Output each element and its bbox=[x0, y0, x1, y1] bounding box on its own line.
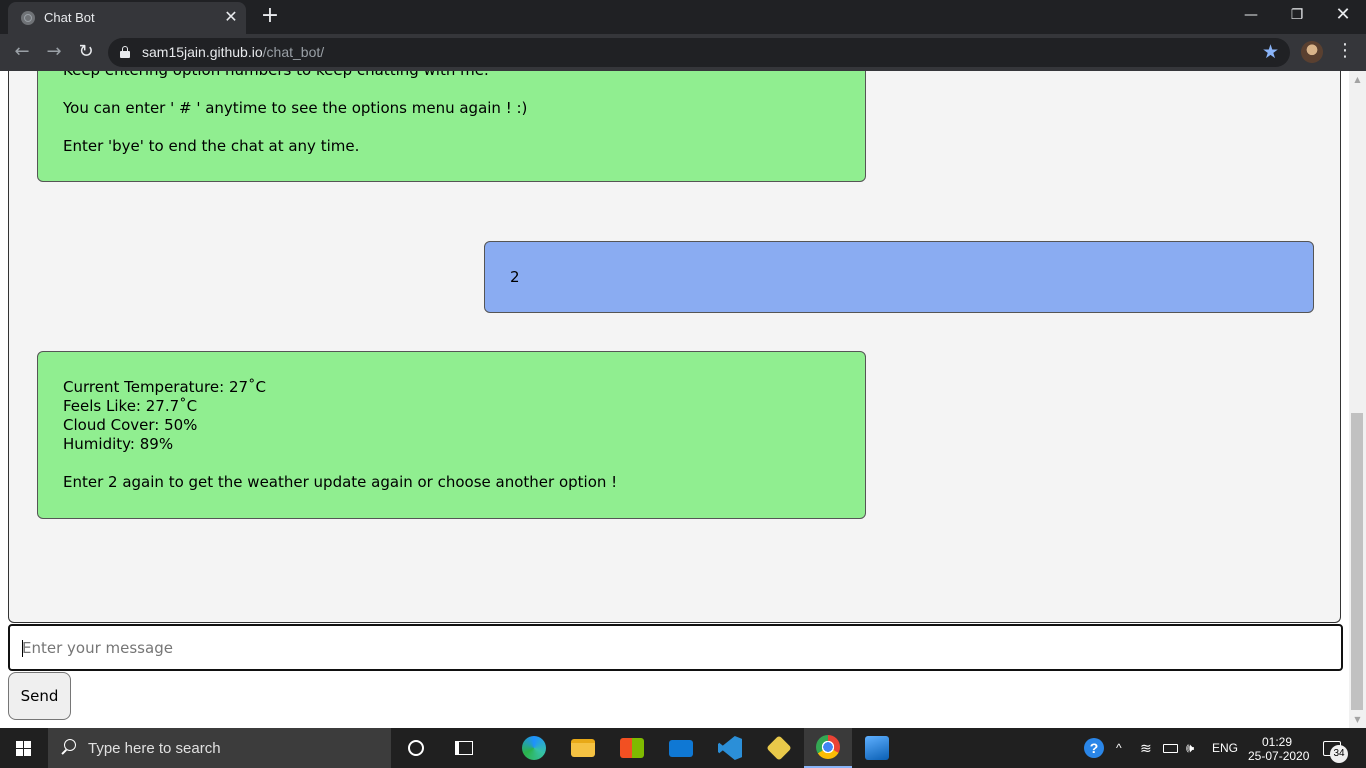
address-bar[interactable]: sam15jain.github.io/chat_bot/ ★ bbox=[108, 38, 1290, 67]
page-scrollbar[interactable]: ▲ ▼ bbox=[1349, 71, 1366, 728]
send-button[interactable]: Send bbox=[8, 672, 71, 720]
chevron-up-icon[interactable]: ^ bbox=[1116, 728, 1122, 768]
scroll-thumb[interactable] bbox=[1351, 413, 1363, 710]
photos-icon[interactable] bbox=[853, 728, 901, 768]
url-text[interactable]: sam15jain.github.io/chat_bot/ bbox=[142, 44, 324, 60]
microsoft-store-icon[interactable] bbox=[608, 728, 656, 768]
chrome-icon[interactable] bbox=[804, 728, 852, 768]
wifi-icon[interactable]: ≋ bbox=[1140, 728, 1152, 768]
vscode-icon[interactable] bbox=[706, 728, 754, 768]
search-icon bbox=[60, 737, 77, 759]
profile-avatar[interactable] bbox=[1301, 41, 1323, 63]
user-message: 2 bbox=[484, 241, 1314, 313]
notification-count-badge: 34 bbox=[1330, 745, 1348, 763]
message-line: Cloud Cover: 50% bbox=[63, 416, 198, 434]
message-line: Enter 2 again to get the weather update … bbox=[63, 473, 618, 491]
edge-browser-icon[interactable] bbox=[510, 728, 558, 768]
close-window-button[interactable]: ✕ bbox=[1320, 0, 1366, 32]
taskbar-search-placeholder: Type here to search bbox=[88, 740, 221, 757]
scroll-down-arrow-icon[interactable]: ▼ bbox=[1349, 711, 1366, 728]
message-input[interactable] bbox=[8, 624, 1343, 671]
notification-center-icon[interactable]: 34 bbox=[1323, 728, 1348, 768]
forward-arrow-icon[interactable]: → bbox=[41, 40, 67, 66]
volume-icon[interactable]: 🕪 bbox=[1186, 728, 1194, 768]
browser-toolbar: ← → ↻ sam15jain.github.io/chat_bot/ ★ bbox=[0, 34, 1366, 71]
browser-tab-bar: Chat Bot ✕ + — ❐ ✕ bbox=[0, 0, 1366, 34]
message-line: Enter 'bye' to end the chat at any time. bbox=[63, 137, 360, 155]
globe-icon bbox=[21, 11, 35, 25]
back-arrow-icon[interactable]: ← bbox=[9, 40, 35, 66]
menu-dots-icon[interactable]: ⋮ bbox=[1336, 40, 1354, 64]
battery-icon[interactable] bbox=[1163, 728, 1178, 768]
restore-button[interactable]: ❐ bbox=[1274, 0, 1320, 32]
message-line: You can enter ' # ' anytime to see the o… bbox=[63, 99, 528, 117]
reload-icon[interactable]: ↻ bbox=[73, 40, 99, 66]
clock-date[interactable]: 25-07-2020 bbox=[1248, 736, 1309, 768]
message-line: Feels Like: 27.7˚C bbox=[63, 397, 198, 415]
file-explorer-icon[interactable] bbox=[559, 728, 607, 768]
close-tab-button[interactable]: ✕ bbox=[222, 8, 240, 26]
url-path: /chat_bot/ bbox=[262, 44, 325, 60]
message-line: Keep entering option numbers to keep cha… bbox=[63, 71, 489, 80]
bookmark-star-icon[interactable]: ★ bbox=[1262, 40, 1279, 64]
cortana-icon[interactable] bbox=[392, 728, 440, 768]
bot-message: Keep entering option numbers to keep cha… bbox=[37, 71, 866, 182]
mail-icon[interactable] bbox=[657, 728, 705, 768]
lock-icon[interactable] bbox=[120, 46, 130, 58]
minimize-button[interactable]: — bbox=[1228, 0, 1274, 32]
windows-start-icon[interactable] bbox=[0, 728, 48, 768]
message-line: 2 bbox=[510, 268, 520, 286]
url-host: sam15jain.github.io bbox=[142, 44, 263, 60]
tab-chat-bot[interactable]: Chat Bot ✕ bbox=[8, 2, 246, 34]
text-caret bbox=[22, 640, 23, 657]
task-view-icon[interactable] bbox=[440, 728, 488, 768]
message-line: Current Temperature: 27˚C bbox=[63, 378, 267, 396]
bot-message: Current Temperature: 27˚C Feels Like: 27… bbox=[37, 351, 866, 519]
new-tab-button[interactable]: + bbox=[258, 4, 282, 28]
help-icon[interactable]: ? bbox=[1084, 728, 1104, 768]
windows-taskbar: Type here to search ? ^ ≋ 🕪 ENG 01:29 25… bbox=[0, 728, 1366, 768]
git-icon[interactable] bbox=[755, 728, 803, 768]
language-indicator[interactable]: ENG bbox=[1212, 728, 1238, 768]
message-line: Humidity: 89% bbox=[63, 435, 174, 453]
scroll-up-arrow-icon[interactable]: ▲ bbox=[1349, 71, 1366, 88]
page-viewport: Keep entering option numbers to keep cha… bbox=[0, 71, 1349, 728]
taskbar-search-box[interactable]: Type here to search bbox=[48, 728, 391, 768]
tab-title: Chat Bot bbox=[44, 10, 95, 25]
chat-window: Keep entering option numbers to keep cha… bbox=[8, 71, 1341, 623]
